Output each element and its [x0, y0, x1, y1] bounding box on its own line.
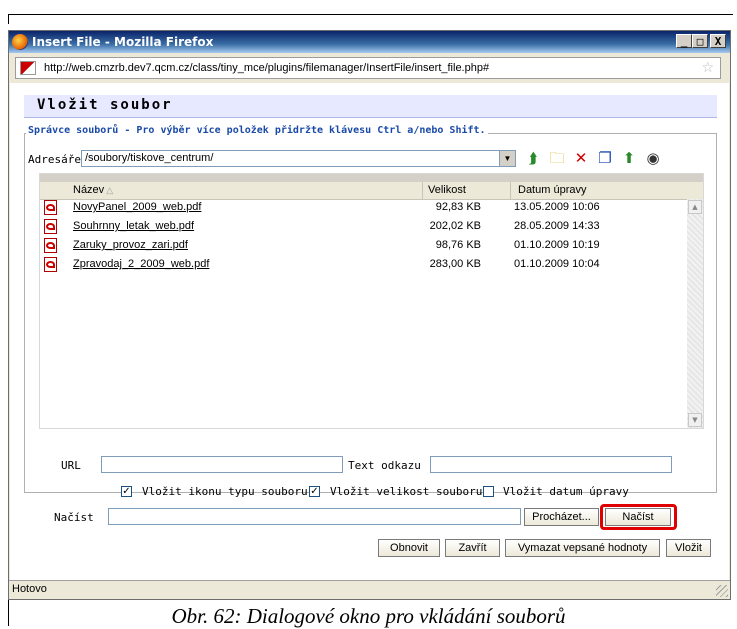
- close-dialog-button[interactable]: Zavřít: [445, 539, 500, 557]
- dialog-heading: Vložit soubor: [37, 97, 173, 113]
- file-size: 98,76 KB: [435, 239, 481, 251]
- file-size: 283,00 KB: [429, 258, 481, 270]
- new-folder-icon[interactable]: 🗀: [546, 149, 568, 168]
- file-size: 92,83 KB: [435, 201, 481, 213]
- file-name[interactable]: Zpravodaj_2_2009_web.pdf: [73, 258, 209, 270]
- file-rows: NovyPanel_2009_web.pdf 92,83 KB 13.05.20…: [40, 199, 687, 275]
- site-icon: [20, 61, 36, 75]
- insert-size-checkbox[interactable]: ✓: [309, 486, 320, 497]
- scroll-down-button[interactable]: ▼: [688, 413, 702, 427]
- column-date-header[interactable]: Datum úpravy: [518, 184, 586, 196]
- status-bar: Hotovo: [9, 580, 730, 599]
- figure-caption: Obr. 62: Dialogové okno pro vkládání sou…: [171, 604, 566, 628]
- column-name-header[interactable]: Název △: [73, 184, 113, 196]
- delete-icon[interactable]: ✕: [570, 149, 592, 168]
- column-size-header[interactable]: Velikost: [428, 184, 466, 196]
- file-list: Název △ Velikost Datum úpravy NovyPanel_2…: [39, 173, 704, 429]
- link-text-input[interactable]: [430, 456, 672, 473]
- dialog-content: Vložit soubor Správce souborů - Pro výbě…: [10, 83, 729, 581]
- file-date: 13.05.2009 10:06: [514, 201, 600, 213]
- document-frame-top: [8, 14, 733, 15]
- list-item[interactable]: Souhrnny_letak_web.pdf 202,02 KB 28.05.2…: [40, 218, 687, 237]
- file-date: 28.05.2009 14:33: [514, 220, 600, 232]
- upload-label: Načíst: [54, 511, 94, 524]
- pdf-icon: [44, 219, 57, 234]
- file-date: 01.10.2009 10:04: [514, 258, 600, 270]
- file-manager-legend: Správce souborů - Pro výběr více položek…: [26, 125, 488, 136]
- title-bar[interactable]: Insert File - Mozilla Firefox _ □ X: [9, 31, 730, 53]
- file-size: 202,02 KB: [429, 220, 481, 232]
- maximize-button[interactable]: □: [692, 34, 708, 48]
- file-date: 01.10.2009 10:19: [514, 239, 600, 251]
- insert-type-icon-label: Vložit ikonu typu souboru: [142, 485, 308, 498]
- upload-button[interactable]: Načíst: [605, 508, 671, 526]
- pdf-icon: [44, 257, 57, 272]
- folder-up-icon[interactable]: ⮭: [522, 149, 544, 168]
- file-toolbar: ⮭ 🗀 ✕ ❐ ⬆ ◉: [522, 149, 664, 168]
- insert-date-label: Vložit datum úpravy: [503, 485, 629, 498]
- list-item[interactable]: Zpravodaj_2_2009_web.pdf 283,00 KB 01.10…: [40, 256, 687, 275]
- browse-button[interactable]: Procházet...: [524, 508, 599, 526]
- minimize-button[interactable]: _: [676, 34, 692, 48]
- insert-date-checkbox[interactable]: [483, 486, 494, 497]
- insert-button[interactable]: Vložit: [666, 539, 711, 557]
- list-header: Název △ Velikost Datum úpravy: [40, 182, 703, 200]
- vertical-scrollbar[interactable]: ▲ ▼: [687, 199, 703, 428]
- file-name[interactable]: Souhrnny_letak_web.pdf: [73, 220, 194, 232]
- firefox-icon: [12, 34, 28, 50]
- status-text: Hotovo: [12, 583, 47, 595]
- file-name[interactable]: NovyPanel_2009_web.pdf: [73, 201, 201, 213]
- url-input[interactable]: [101, 456, 343, 473]
- column-name-label: Název: [73, 184, 105, 196]
- directory-label: Adresáře: [28, 153, 81, 166]
- window-title: Insert File - Mozilla Firefox: [32, 35, 214, 49]
- upload-file-input[interactable]: [108, 508, 521, 525]
- pdf-icon: [44, 238, 57, 253]
- upload-icon[interactable]: ⬆: [618, 149, 640, 168]
- list-item[interactable]: Zaruky_provoz_zari.pdf 98,76 KB 01.10.20…: [40, 237, 687, 256]
- directory-select[interactable]: /soubory/tiskove_centrum/ ▼: [81, 150, 516, 167]
- firefox-window: Insert File - Mozilla Firefox _ □ X http…: [8, 30, 731, 600]
- window-controls: _ □ X: [676, 34, 726, 48]
- resize-grip-icon[interactable]: [716, 585, 728, 597]
- bookmark-star-icon[interactable]: ☆: [701, 60, 714, 76]
- file-name[interactable]: Zaruky_provoz_zari.pdf: [73, 239, 188, 251]
- url-text[interactable]: http://web.cmzrb.dev7.qcm.cz/class/tiny_…: [44, 62, 489, 74]
- column-separator: [510, 182, 511, 199]
- list-item[interactable]: NovyPanel_2009_web.pdf 92,83 KB 13.05.20…: [40, 199, 687, 218]
- list-top-band: [40, 174, 703, 182]
- link-text-label: Text odkazu: [348, 459, 421, 472]
- dialog-heading-bar: Vložit soubor: [24, 95, 717, 118]
- copy-icon[interactable]: ❐: [594, 149, 616, 168]
- sort-ascending-icon: △: [106, 185, 114, 195]
- url-bar[interactable]: http://web.cmzrb.dev7.qcm.cz/class/tiny_…: [15, 57, 721, 79]
- preview-icon[interactable]: ◉: [642, 149, 664, 168]
- chevron-down-icon[interactable]: ▼: [499, 151, 515, 166]
- clear-values-button[interactable]: Vymazat vepsané hodnoty: [505, 539, 660, 557]
- document-frame-left: [8, 14, 9, 24]
- close-button[interactable]: X: [710, 34, 726, 48]
- insert-type-icon-checkbox[interactable]: ✓: [121, 486, 132, 497]
- directory-value: /soubory/tiskove_centrum/: [85, 152, 214, 164]
- column-separator: [422, 182, 423, 199]
- insert-size-label: Vložit velikost souboru: [330, 485, 483, 498]
- url-label: URL: [61, 459, 81, 472]
- refresh-button[interactable]: Obnovit: [378, 539, 440, 557]
- scroll-up-button[interactable]: ▲: [688, 200, 702, 214]
- pdf-icon: [44, 200, 57, 215]
